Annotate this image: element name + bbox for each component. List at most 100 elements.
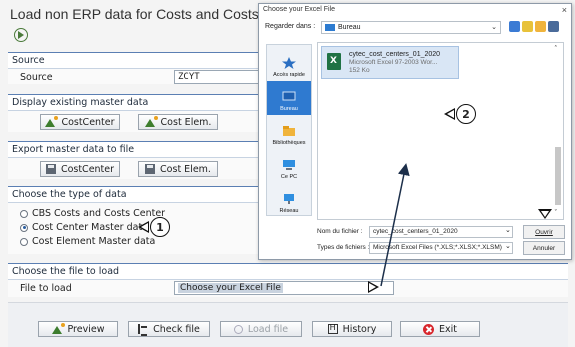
- look-in-label: Regarder dans :: [265, 23, 316, 30]
- check-icon: [138, 324, 148, 336]
- radio-cost-element[interactable]: Cost Element Master data: [20, 236, 155, 247]
- export-costcenter-button[interactable]: CostCenter: [40, 161, 120, 177]
- scroll-down-icon[interactable]: ˇ: [554, 209, 558, 217]
- scroll-up-icon[interactable]: ˆ: [554, 45, 558, 53]
- exit-label: Exit: [439, 323, 457, 335]
- cancel-button[interactable]: Annuler: [523, 241, 565, 255]
- file-name: cytec_cost_centers_01_2020: [349, 51, 441, 58]
- open-pointer: [538, 209, 552, 219]
- display-costelem-label: Cost Elem.: [160, 116, 212, 128]
- file-list: cytec_cost_centers_01_2020 Microsoft Exc…: [317, 42, 564, 220]
- place-libraries[interactable]: Bibliothèques: [267, 115, 311, 149]
- export-costelem-button[interactable]: Cost Elem.: [138, 161, 218, 177]
- chevron-down-icon[interactable]: ⌄: [505, 242, 511, 250]
- save-icon: [45, 164, 56, 174]
- place-label: Bureau: [280, 106, 298, 112]
- type-group: Choose the type of data CBS Costs and Co…: [8, 186, 278, 254]
- check-file-button[interactable]: Check file: [128, 321, 210, 337]
- history-label: History: [342, 323, 377, 335]
- desktop-folder-icon: [325, 24, 335, 31]
- look-in-dropdown[interactable]: Bureau ⌄: [321, 21, 501, 34]
- back-icon[interactable]: [509, 21, 520, 32]
- radio-label: Cost Center Master data: [32, 222, 148, 233]
- place-label: Bibliothèques: [272, 140, 306, 146]
- place-this-pc[interactable]: Ce PC: [267, 149, 311, 183]
- look-in-value: Bureau: [338, 24, 361, 31]
- radio-label: Cost Element Master data: [32, 236, 156, 247]
- dialog-title: Choose your Excel File: [263, 6, 335, 13]
- chevron-down-icon: ⌄: [491, 24, 497, 31]
- radio-button[interactable]: [20, 223, 28, 232]
- history-icon: [327, 323, 338, 334]
- file-label: File to load: [20, 283, 72, 294]
- dialog-titlebar: Choose your Excel File ×: [259, 4, 571, 17]
- place-label: Ce PC: [280, 174, 298, 180]
- view-menu-icon[interactable]: [548, 21, 559, 32]
- scroll-thumb[interactable]: [555, 147, 561, 205]
- exit-button[interactable]: Exit: [400, 321, 480, 337]
- display-costelem-button[interactable]: Cost Elem.: [138, 114, 218, 130]
- filename-input[interactable]: cytec_cost_centers_01_2020: [369, 226, 513, 238]
- filetype-select[interactable]: Microsoft Excel Files (*.XLS;*.XLSX;*.XL…: [369, 242, 513, 254]
- costcenter-icon: [45, 115, 59, 127]
- file-list-scrollbar[interactable]: ˆ ˇ: [554, 45, 562, 217]
- open-button[interactable]: Ouvrir: [523, 225, 565, 239]
- check-label: Check file: [153, 323, 200, 335]
- dialog-toolbar: Regarder dans : Bureau ⌄: [265, 20, 565, 36]
- close-icon[interactable]: ×: [562, 5, 567, 15]
- places-bar: Accès rapide Bureau Bibliothèques Ce PC …: [266, 44, 312, 216]
- export-costcenter-label: CostCenter: [60, 163, 115, 175]
- load-icon: [233, 324, 243, 334]
- display-group-header: Display existing master data: [8, 95, 278, 111]
- excel-file-icon: [327, 53, 341, 70]
- callout-pointer-2: [444, 108, 455, 120]
- place-desktop[interactable]: Bureau: [267, 81, 311, 115]
- nav-icons: [509, 21, 559, 32]
- load-file-button[interactable]: Load file: [220, 321, 302, 337]
- radio-cost-center[interactable]: Cost Center Master data: [20, 222, 148, 233]
- exit-icon: [423, 323, 434, 335]
- bottom-toolbar: Preview Check file Load file History Exi…: [8, 302, 568, 347]
- export-costelem-label: Cost Elem.: [160, 163, 211, 175]
- library-icon: [283, 126, 295, 136]
- desktop-icon: [282, 91, 296, 101]
- display-costcenter-label: CostCenter: [61, 116, 115, 128]
- file-input-value: Choose your Excel File: [178, 283, 283, 293]
- place-label: Réseau: [279, 208, 299, 214]
- file-size: 152 Ko: [349, 67, 370, 74]
- export-group: Export master data to file CostCenter Co…: [8, 141, 278, 179]
- file-group: Choose the file to load File to load Cho…: [8, 263, 568, 297]
- callout-pointer-1: [138, 221, 149, 233]
- costelem-icon: [144, 115, 158, 127]
- radio-button[interactable]: [20, 237, 28, 246]
- preview-button[interactable]: Preview: [38, 321, 118, 337]
- callout-1: 1: [150, 217, 170, 237]
- source-group-header: Source: [8, 53, 278, 69]
- file-input[interactable]: Choose your Excel File: [174, 281, 394, 295]
- load-label: Load file: [247, 323, 289, 335]
- file-open-dialog: Choose your Excel File × Regarder dans :…: [258, 3, 572, 260]
- file-item[interactable]: cytec_cost_centers_01_2020 Microsoft Exc…: [321, 46, 459, 79]
- file-group-header: Choose the file to load: [8, 264, 568, 280]
- preview-icon: [51, 322, 65, 334]
- up-folder-icon[interactable]: [522, 21, 533, 32]
- radio-cbs[interactable]: CBS Costs and Costs Center: [20, 208, 165, 219]
- history-button[interactable]: History: [312, 321, 392, 337]
- radio-button[interactable]: [20, 209, 28, 218]
- place-quick-access[interactable]: Accès rapide: [267, 47, 311, 81]
- file-pointer: [368, 281, 379, 293]
- filetype-label: Types de fichiers :: [317, 244, 370, 251]
- display-group: Display existing master data CostCenter …: [8, 94, 278, 132]
- chevron-down-icon[interactable]: ⌄: [505, 226, 511, 234]
- display-costcenter-button[interactable]: CostCenter: [40, 114, 120, 130]
- execute-icon[interactable]: [14, 28, 28, 42]
- place-label: Accès rapide: [273, 72, 305, 78]
- radio-label: CBS Costs and Costs Center: [32, 208, 166, 219]
- source-label: Source: [20, 72, 53, 83]
- star-icon: [282, 57, 296, 69]
- place-network[interactable]: Réseau: [267, 183, 311, 217]
- filename-label: Nom du fichier :: [317, 228, 363, 235]
- save-icon: [145, 164, 156, 174]
- new-folder-icon[interactable]: [535, 21, 546, 32]
- file-type: Microsoft Excel 97-2003 Wor...: [349, 59, 438, 66]
